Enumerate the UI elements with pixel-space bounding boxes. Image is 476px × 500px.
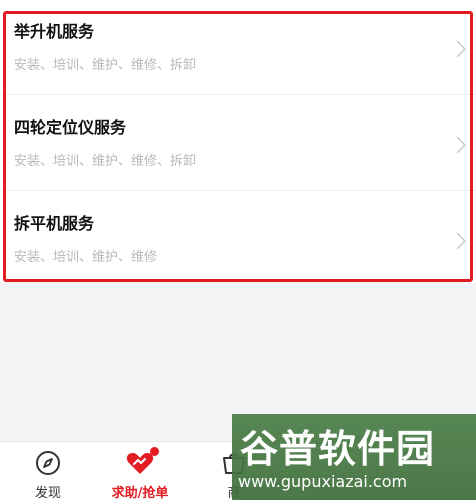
tab-help[interactable]: 求助/抢单 xyxy=(92,442,188,500)
tab-discover[interactable]: 发现 xyxy=(0,442,96,500)
notification-badge xyxy=(150,447,159,456)
watermark: 谷普软件园 www.gupuxiazai.com xyxy=(232,414,476,500)
tab-label: 求助/抢单 xyxy=(111,486,169,500)
highlight-box xyxy=(3,11,473,282)
compass-icon xyxy=(36,451,60,475)
watermark-title: 谷普软件园 xyxy=(240,427,436,471)
tab-label: 发现 xyxy=(34,486,61,500)
watermark-url: www.gupuxiazai.com xyxy=(238,472,408,491)
